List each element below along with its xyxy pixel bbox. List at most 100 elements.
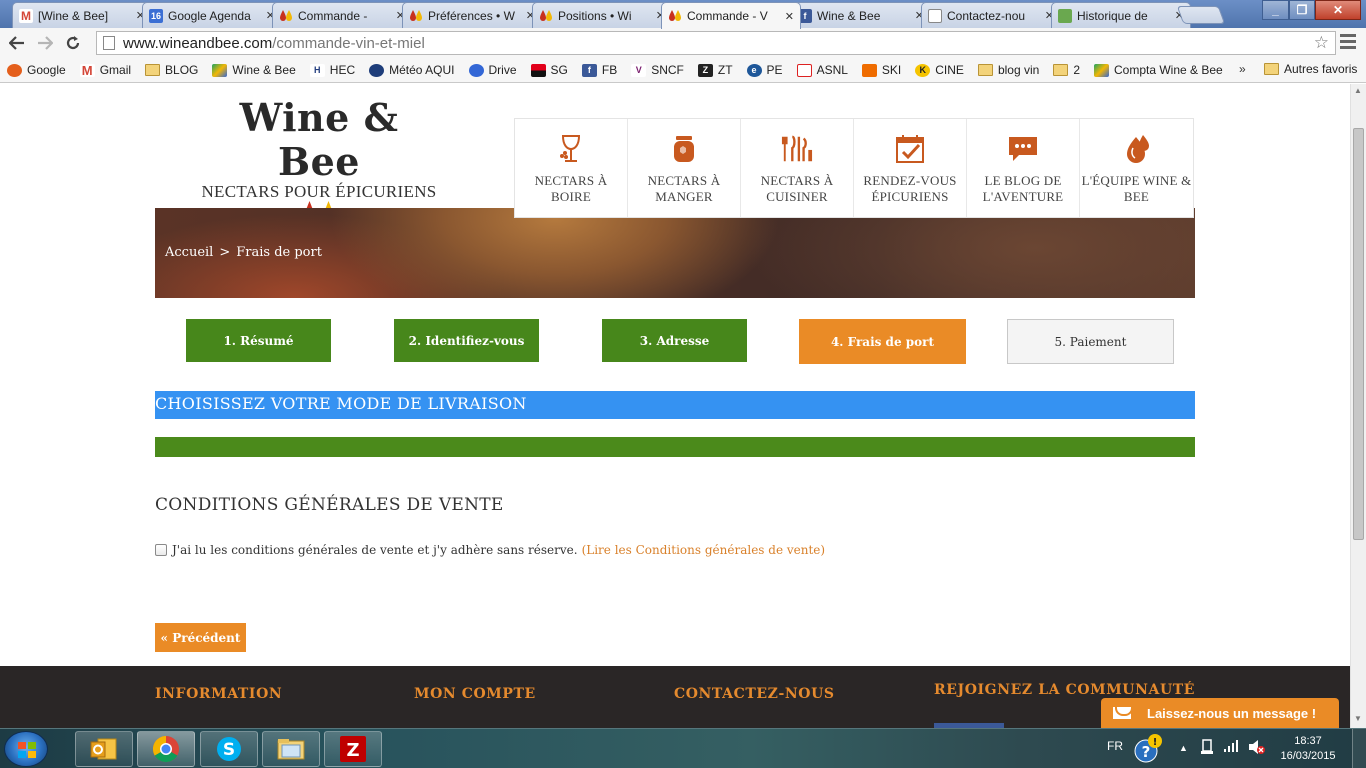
tab-commande-active[interactable]: Commande - V ✕ xyxy=(661,2,801,29)
taskbar-chrome[interactable] xyxy=(137,731,195,767)
maximize-button[interactable]: ❐ xyxy=(1289,0,1315,20)
bookmark-folder-2[interactable]: 2 xyxy=(1053,63,1080,77)
footer-heading-contact: CONTACTEZ-NOUS xyxy=(674,686,835,702)
wineandbee-icon xyxy=(409,9,423,23)
tab-historique[interactable]: Historique de ✕ xyxy=(1051,2,1191,28)
bookmark-blog[interactable]: BLOG xyxy=(145,63,198,77)
forward-button[interactable] xyxy=(31,29,59,57)
taskbar-outlook[interactable] xyxy=(75,731,133,767)
nav-blog[interactable]: LE BLOG DE L'AVENTURE xyxy=(967,119,1080,217)
nav-label: NECTARS À MANGER xyxy=(647,173,721,204)
bookmark-blog-vin[interactable]: blog vin xyxy=(977,63,1040,77)
show-desktop-button[interactable] xyxy=(1352,729,1366,768)
start-button[interactable] xyxy=(4,731,48,767)
address-bar[interactable]: www.wineandbee.com/commande-vin-et-miel … xyxy=(96,31,1336,55)
bookmark-label: Autres favoris xyxy=(1284,62,1358,76)
volume-muted-icon[interactable] xyxy=(1248,739,1266,758)
chat-message-button[interactable]: Laissez-nous un message ! xyxy=(1101,698,1339,728)
bookmark-asnl[interactable]: ASNL xyxy=(796,63,848,77)
bookmark-sncf[interactable]: V SNCF xyxy=(631,63,684,77)
chat-button-label: Laissez-nous un message ! xyxy=(1147,705,1317,721)
cine-icon: K xyxy=(915,63,931,77)
clock-date: 16/03/2015 xyxy=(1280,750,1336,762)
bookmark-label: SG xyxy=(550,63,568,77)
tab-preferences[interactable]: Préférences • W ✕ xyxy=(402,2,542,28)
svg-text:Z: Z xyxy=(346,740,359,761)
new-tab-button[interactable] xyxy=(1176,6,1226,24)
nav-label: RENDEZ-VOUS ÉPICURIENS xyxy=(863,173,957,204)
nav-nectars-a-cuisiner[interactable]: NECTARS À CUISINER xyxy=(741,119,854,217)
brand-tagline: NECTARS POUR ÉPICURIENS xyxy=(201,182,437,201)
tab-positions[interactable]: Positions • Wi ✕ xyxy=(532,2,672,28)
taskbar-explorer[interactable] xyxy=(262,731,320,767)
close-window-button[interactable]: ✕ xyxy=(1315,0,1361,20)
step-resume[interactable]: 1. Résumé xyxy=(186,319,331,362)
bookmark-zt[interactable]: Z ZT xyxy=(697,63,733,77)
show-hidden-icons[interactable]: ▲ xyxy=(1179,743,1188,753)
tab-contactez-nous[interactable]: Contactez-nou ✕ xyxy=(921,2,1061,28)
device-tray-icon[interactable] xyxy=(1200,739,1214,758)
terms-link[interactable]: (Lire les Conditions générales de vente) xyxy=(582,543,826,557)
minimize-button[interactable]: _ xyxy=(1262,0,1289,20)
terms-checkbox[interactable] xyxy=(155,544,167,556)
close-tab-icon[interactable]: ✕ xyxy=(785,10,794,23)
outlook-icon xyxy=(90,738,117,760)
shipping-section-title: CHOISISSEZ VOTRE MODE DE LIVRAISON xyxy=(155,391,1195,419)
system-clock[interactable]: 18:37 16/03/2015 xyxy=(1278,734,1338,764)
bookmark-fb[interactable]: f FB xyxy=(581,63,618,77)
honey-jar-icon xyxy=(668,133,700,165)
forward-arrow-icon xyxy=(38,36,53,50)
other-bookmarks[interactable]: Autres favoris xyxy=(1264,62,1357,76)
step-frais-de-port: 4. Frais de port xyxy=(799,319,966,364)
breadcrumb-home-link[interactable]: Accueil xyxy=(165,245,213,260)
scrollbar-thumb[interactable] xyxy=(1353,128,1364,540)
tab-gmail[interactable]: M [Wine & Bee] ✕ xyxy=(12,2,152,28)
nav-nectars-a-boire[interactable]: NECTARS À BOIRE xyxy=(515,119,628,217)
bookmark-gmail[interactable]: M Gmail xyxy=(79,63,131,78)
taskbar-filezilla[interactable]: Z xyxy=(324,731,382,767)
bookmark-label: BLOG xyxy=(165,63,199,77)
nav-nectars-a-manger[interactable]: NECTARS À MANGER xyxy=(628,119,741,217)
scroll-up-icon[interactable]: ▲ xyxy=(1354,86,1362,95)
sncf-icon: V xyxy=(631,63,647,77)
taskbar-skype[interactable]: S xyxy=(200,731,258,767)
back-button[interactable] xyxy=(3,29,31,57)
footer-heading-account: MON COMPTE xyxy=(414,686,536,702)
bookmark-hec[interactable]: H HEC xyxy=(309,63,355,77)
previous-button[interactable]: « Précédent xyxy=(155,623,246,652)
step-adresse[interactable]: 3. Adresse xyxy=(602,319,747,362)
tab-facebook[interactable]: f Wine & Bee ✕ xyxy=(791,2,931,28)
nav-rendez-vous-epicuriens[interactable]: RENDEZ-VOUS ÉPICURIENS xyxy=(854,119,967,217)
network-signal-icon[interactable] xyxy=(1223,739,1239,756)
bookmark-compta[interactable]: Compta Wine & Bee xyxy=(1094,63,1223,77)
bookmark-star-icon[interactable]: ☆ xyxy=(1314,33,1329,53)
step-identifiez-vous[interactable]: 2. Identifiez-vous xyxy=(394,319,539,362)
bookmark-wine-and-bee[interactable]: Wine & Bee xyxy=(212,63,296,77)
language-indicator[interactable]: FR xyxy=(1107,739,1123,753)
reload-button[interactable] xyxy=(59,29,87,57)
nav-equipe[interactable]: L'ÉQUIPE WINE & BEE xyxy=(1080,119,1193,217)
chrome-menu-icon[interactable] xyxy=(1340,34,1356,52)
bookmark-sg[interactable]: SG xyxy=(530,63,568,77)
bookmark-pe[interactable]: e PE xyxy=(746,63,783,77)
bookmark-meteo[interactable]: Météo AQUI xyxy=(369,63,455,77)
url-path: /commande-vin-et-miel xyxy=(272,34,425,52)
scroll-down-icon[interactable]: ▼ xyxy=(1354,714,1362,723)
bookmark-cine[interactable]: K CINE xyxy=(915,63,964,77)
bookmark-drive[interactable]: Drive xyxy=(468,63,517,77)
help-tray-icon[interactable]: ?! xyxy=(1134,733,1162,766)
bookmarks-bar: Google M Gmail BLOG Wine & Bee H HEC Météo… xyxy=(0,58,1366,83)
drive-icon xyxy=(1094,63,1109,77)
tab-google-agenda[interactable]: 16 Google Agenda ✕ xyxy=(142,2,282,28)
bookmark-google[interactable]: Google xyxy=(7,63,66,77)
folder-icon xyxy=(977,64,993,76)
bookmark-label: FB xyxy=(601,63,618,77)
tab-commande-1[interactable]: Commande - ✕ xyxy=(272,2,412,28)
bookmark-label: SKI xyxy=(881,63,902,77)
tab-title: Google Agenda xyxy=(168,8,251,23)
page-scrollbar[interactable]: ▲ ▼ xyxy=(1350,84,1366,728)
bookmark-label: blog vin xyxy=(997,63,1040,77)
bookmark-ski[interactable]: SKI xyxy=(861,63,902,77)
more-bookmarks-button[interactable]: » xyxy=(1239,62,1246,76)
terms-checkbox-label[interactable]: J'ai lu les conditions générales de vent… xyxy=(172,543,578,557)
